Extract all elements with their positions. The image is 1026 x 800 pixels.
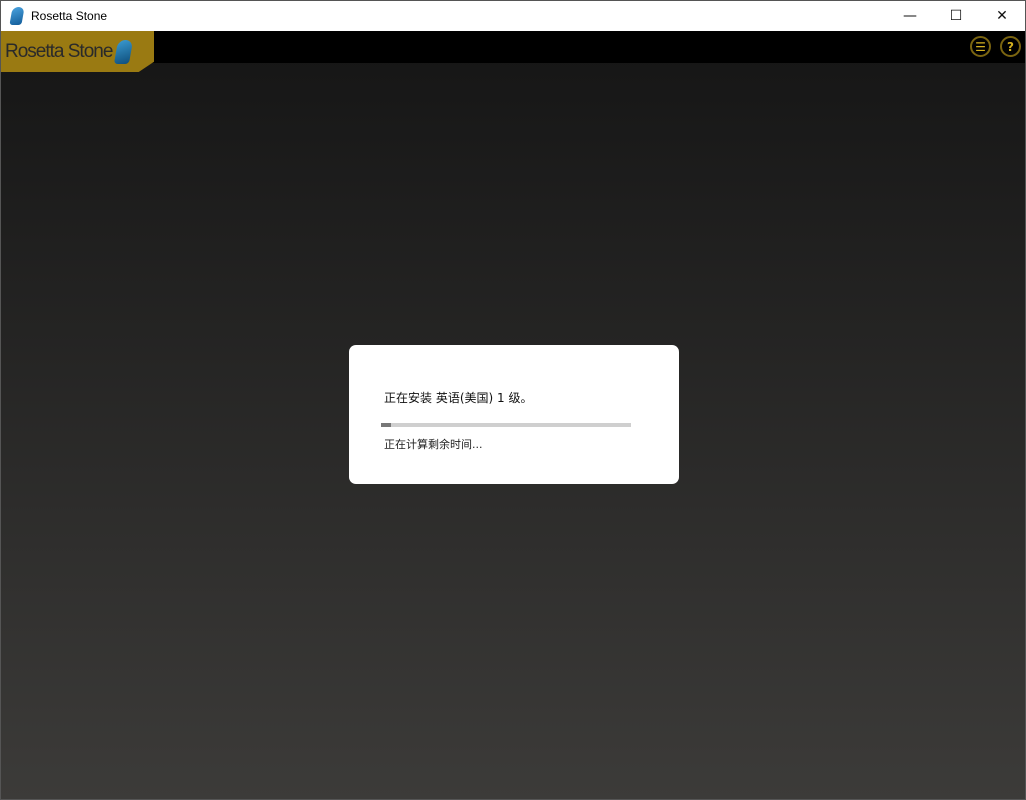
rosetta-stone-app-icon (9, 7, 25, 25)
close-button[interactable]: ✕ (979, 1, 1025, 31)
title-bar: Rosetta Stone — ☐ ✕ (0, 0, 1026, 31)
progress-fill (381, 423, 391, 427)
maximize-button[interactable]: ☐ (933, 1, 979, 31)
window-title: Rosetta Stone (31, 9, 108, 23)
install-message: 正在安装 英语(美国) 1 级。 (384, 391, 533, 405)
install-progress-dialog: 正在安装 英语(美国) 1 级。 正在计算剩余时间... (349, 345, 679, 484)
minimize-button[interactable]: — (887, 1, 933, 31)
help-icon[interactable]: ? (1000, 36, 1021, 57)
app-area: Rosetta Stone ☰ ? 正在安装 英语(美国) 1 级。 正在计算剩… (0, 31, 1026, 800)
progress-bar (381, 423, 631, 427)
rosetta-stone-logo: Rosetta Stone (1, 31, 154, 72)
logo-text: Rosetta Stone (5, 40, 113, 62)
top-bar: Rosetta Stone ☰ ? (1, 31, 1025, 72)
list-menu-icon[interactable]: ☰ (970, 36, 991, 57)
logo-leaf-icon (114, 39, 134, 64)
time-remaining-status: 正在计算剩余时间... (384, 438, 483, 451)
